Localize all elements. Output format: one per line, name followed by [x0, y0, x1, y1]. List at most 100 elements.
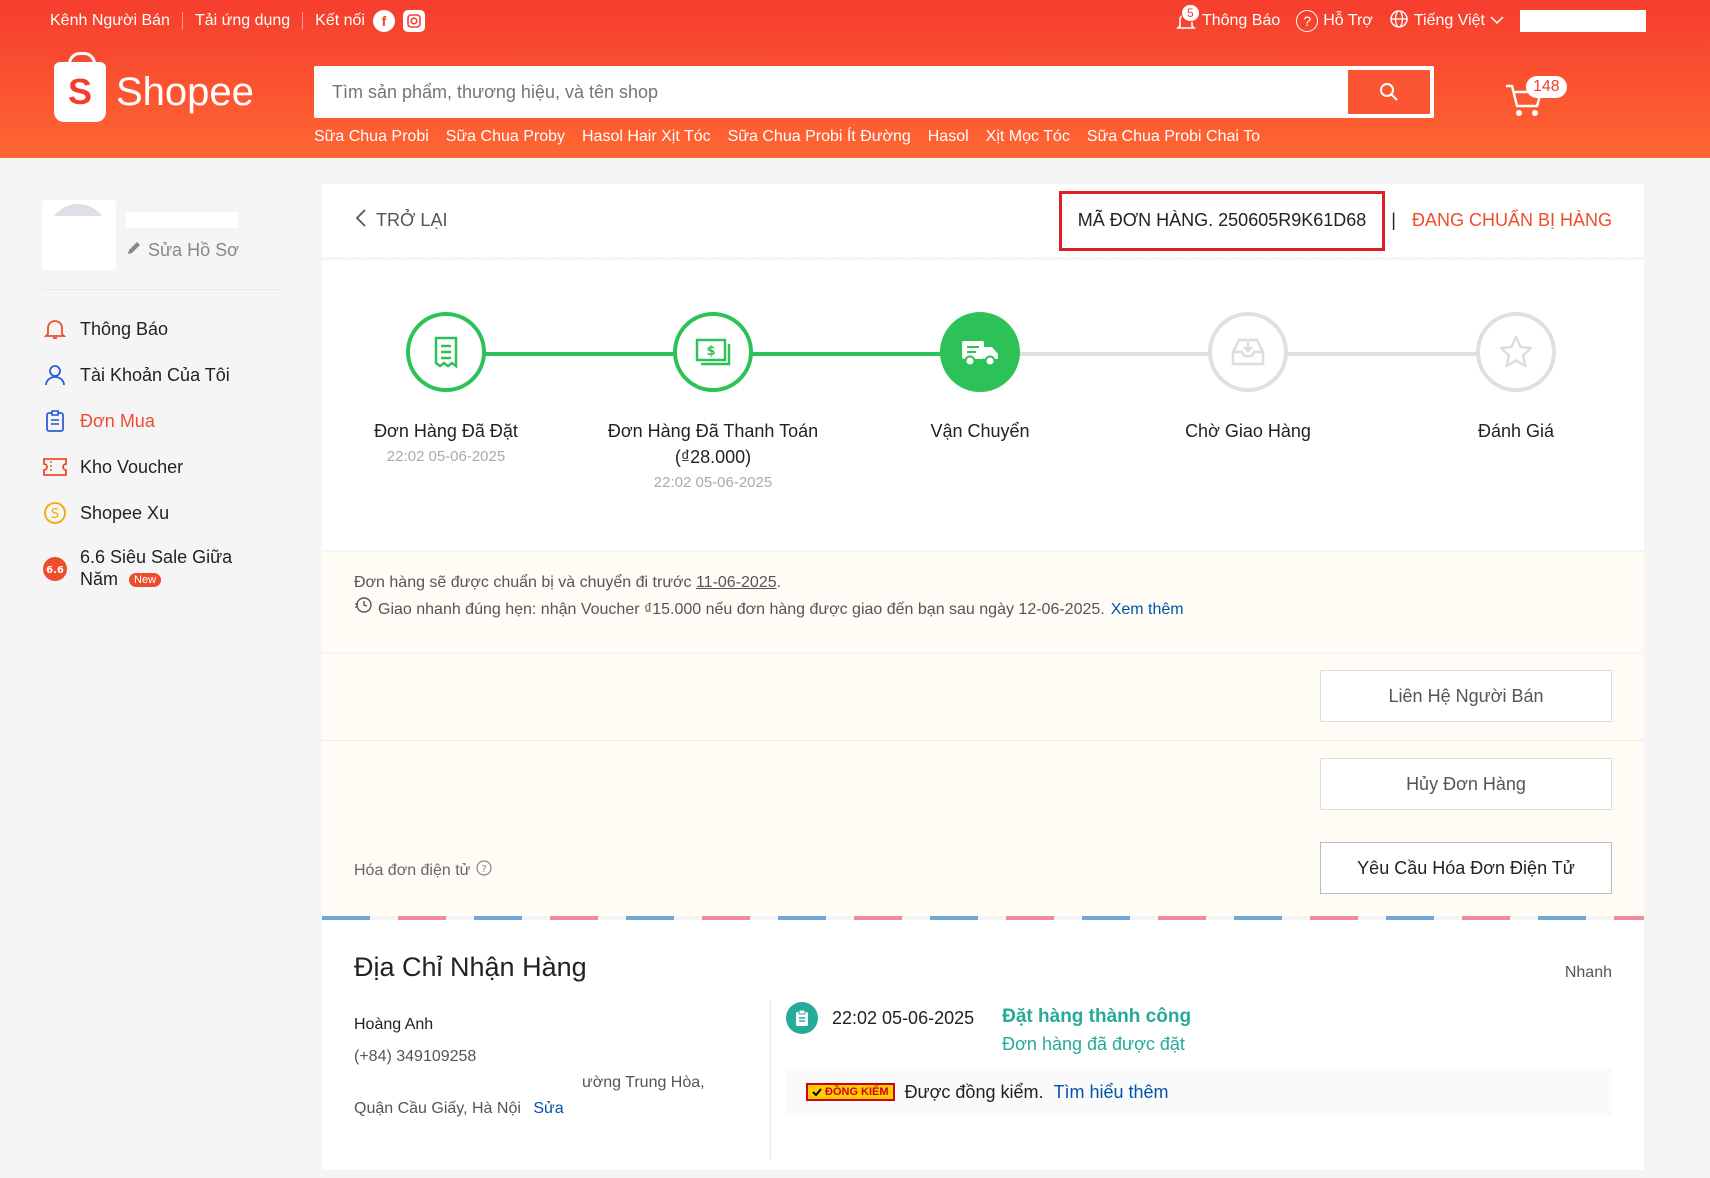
back-button[interactable]: TRỞ LẠI	[354, 208, 447, 233]
chevron-left-icon	[354, 208, 368, 233]
search-icon	[1380, 83, 1398, 101]
bell-icon	[42, 316, 68, 342]
star-icon	[1476, 312, 1556, 392]
edit-profile-link[interactable]: Sửa Hồ Sơ	[126, 240, 239, 261]
search-input[interactable]	[318, 81, 1348, 103]
suggestion-link[interactable]: Hasol Hair Xịt Tóc	[582, 128, 711, 146]
suggestion-link[interactable]: Sữa Chua Probi	[314, 128, 429, 146]
sidebar-menu: Thông Báo Tài Khoản Của Tôi Đơn Mua Kho …	[42, 316, 282, 591]
suggestion-link[interactable]: Sữa Chua Proby	[446, 128, 565, 146]
divider	[302, 12, 304, 30]
svg-text:$: $	[706, 344, 715, 359]
clipboard-icon	[42, 408, 68, 434]
suggestion-link[interactable]: Sữa Chua Probi Chai To	[1087, 128, 1260, 146]
order-actions: Liên Hệ Người Bán Hủy Đơn Hàng Hóa đơn đ…	[322, 654, 1644, 916]
delivery-info: Đơn hàng sẽ được chuẩn bị và chuyển đi t…	[322, 552, 1644, 652]
step-label: Đơn Hàng Đã Thanh Toán (₫28.000)	[607, 421, 819, 467]
clipboard-check-icon	[786, 1002, 818, 1034]
user-account-menu[interactable]	[1520, 10, 1646, 32]
order-progress: Đơn Hàng Đã Đặt 22:02 05-06-2025 $ Đơn H…	[322, 260, 1644, 550]
check-icon	[812, 1088, 822, 1097]
divider	[322, 740, 1644, 741]
see-more-link[interactable]: Xem thêm	[1111, 597, 1184, 623]
step-order-placed: Đơn Hàng Đã Đặt 22:02 05-06-2025	[336, 312, 556, 465]
request-einvoice-button[interactable]: Yêu Cầu Hóa Đơn Điện Tử	[1320, 842, 1612, 894]
sidebar-item-shopee-coins[interactable]: S Shopee Xu	[42, 500, 282, 526]
sidebar-item-notifications[interactable]: Thông Báo	[42, 316, 282, 342]
pencil-icon	[126, 240, 142, 261]
sale-66-icon: 6.6	[42, 556, 68, 582]
step-label: Chờ Giao Hàng	[1185, 421, 1311, 441]
notification-count-badge: 5	[1180, 4, 1200, 22]
edit-profile-label: Sửa Hồ Sơ	[148, 240, 239, 260]
svg-text:6.6: 6.6	[46, 565, 64, 576]
einvoice-label-group: Hóa đơn điện tử ?	[354, 860, 492, 881]
sidebar-item-vouchers[interactable]: Kho Voucher	[42, 454, 282, 480]
coin-icon: S	[42, 500, 68, 526]
download-app-link[interactable]: Tải ứng dụng	[195, 12, 290, 30]
help-link[interactable]: ? Hỗ Trợ	[1296, 10, 1373, 32]
inspection-text: Được đồng kiểm.	[904, 1081, 1044, 1102]
sidebar: Sửa Hồ Sơ Thông Báo Tài Khoản Của Tôi Đơ…	[42, 200, 282, 611]
inspection-badge-label: ĐỒNG KIỂM	[825, 1086, 889, 1098]
search-suggestions: Sữa Chua Probi Sữa Chua Proby Hasol Hair…	[314, 128, 1260, 146]
prepare-date: 11-06-2025	[695, 574, 777, 591]
help-icon[interactable]: ?	[476, 860, 492, 881]
search-button[interactable]	[1348, 70, 1430, 114]
notifications-label: Thông Báo	[1201, 12, 1281, 29]
avatar[interactable]	[42, 200, 116, 270]
address-district: Quận Cầu Giấy, Hà Nội	[354, 1100, 521, 1117]
step-shipping: Vận Chuyển	[870, 312, 1090, 444]
globe-icon	[1389, 9, 1409, 34]
cancel-order-button[interactable]: Hủy Đơn Hàng	[1320, 758, 1612, 810]
receipt-icon	[406, 312, 486, 392]
sidebar-item-account[interactable]: Tài Khoản Của Tôi	[42, 362, 282, 388]
address-details: Hoàng Anh (+84) 349109258 ường Trung Hòa…	[354, 1016, 734, 1118]
facebook-icon[interactable]: f	[372, 10, 395, 32]
suggestion-link[interactable]: Sữa Chua Probi Ít Đường	[728, 128, 911, 146]
username	[126, 212, 238, 228]
sidebar-item-sale-66[interactable]: 6.6 6.6 Siêu Sale Giữa Năm New	[42, 546, 282, 591]
order-id: MÃ ĐƠN HÀNG. 250605R9K61D68	[1058, 190, 1386, 251]
step-awaiting-delivery: Chờ Giao Hàng	[1138, 312, 1358, 444]
svg-text:S: S	[51, 507, 59, 522]
suggestion-link[interactable]: Hasol	[928, 128, 969, 146]
bell-icon: 5	[1175, 4, 1200, 32]
instagram-icon[interactable]	[402, 10, 425, 32]
step-time: 22:02 05-06-2025	[386, 448, 506, 465]
help-label: Hỗ Trợ	[1323, 12, 1373, 29]
address-title: Địa Chỉ Nhận Hàng	[354, 952, 587, 982]
inspection-banner: ĐỒNG KIỂM Được đồng kiểm. Tìm hiểu thêm	[786, 1068, 1612, 1116]
fast-delivery-text: Giao nhanh đúng hẹn: nhận Voucher ₫15.00…	[378, 600, 1105, 618]
sidebar-item-label: Shopee Xu	[80, 502, 170, 523]
step-label: Đơn Hàng Đã Đặt	[374, 421, 518, 441]
order-header: TRỞ LẠI MÃ ĐƠN HÀNG. 250605R9K61D68 | ĐA…	[322, 184, 1644, 258]
search-bar	[314, 66, 1434, 118]
tracking-event: 22:02 05-06-2025 Đặt hàng thành công Đơn…	[786, 1002, 1191, 1055]
top-bar: Kênh Người Bán Tải ứng dụng Kết nối f 5 …	[50, 4, 1646, 34]
tracking-subtitle: Đơn hàng đã được đặt	[1002, 1034, 1185, 1054]
order-status: ĐANG CHUẨN BỊ HÀNG	[1411, 210, 1612, 230]
shopee-logo[interactable]: S Shopee	[54, 52, 254, 122]
edit-address-link[interactable]: Sửa	[533, 1100, 563, 1117]
connect-label: Kết nối	[315, 12, 365, 29]
notifications-link[interactable]: 5 Thông Báo	[1175, 4, 1281, 32]
prepare-text: Đơn hàng sẽ được chuẩn bị và chuyển đi t…	[354, 574, 692, 591]
suggestion-link[interactable]: Xịt Mọc Tóc	[986, 128, 1070, 146]
language-selector[interactable]: Tiếng Việt	[1389, 9, 1504, 34]
learn-more-link[interactable]: Tìm hiểu thêm	[1053, 1082, 1168, 1103]
shopee-bag-icon: S	[54, 52, 106, 122]
inbox-icon	[1208, 312, 1288, 392]
payment-icon: $	[673, 312, 753, 392]
recipient-name: Hoàng Anh	[354, 1016, 434, 1033]
seller-center-link[interactable]: Kênh Người Bán	[50, 12, 170, 30]
contact-seller-button[interactable]: Liên Hệ Người Bán	[1320, 670, 1612, 722]
step-label: Đánh Giá	[1477, 421, 1555, 441]
inspection-badge: ĐỒNG KIỂM	[806, 1083, 895, 1101]
sidebar-item-label: Đơn Mua	[80, 410, 155, 431]
step-review: Đánh Giá	[1406, 312, 1626, 444]
clock-icon	[354, 596, 372, 623]
divider	[181, 12, 183, 30]
sidebar-item-purchases[interactable]: Đơn Mua	[42, 408, 282, 434]
profile-summary: Sửa Hồ Sơ	[42, 200, 282, 290]
